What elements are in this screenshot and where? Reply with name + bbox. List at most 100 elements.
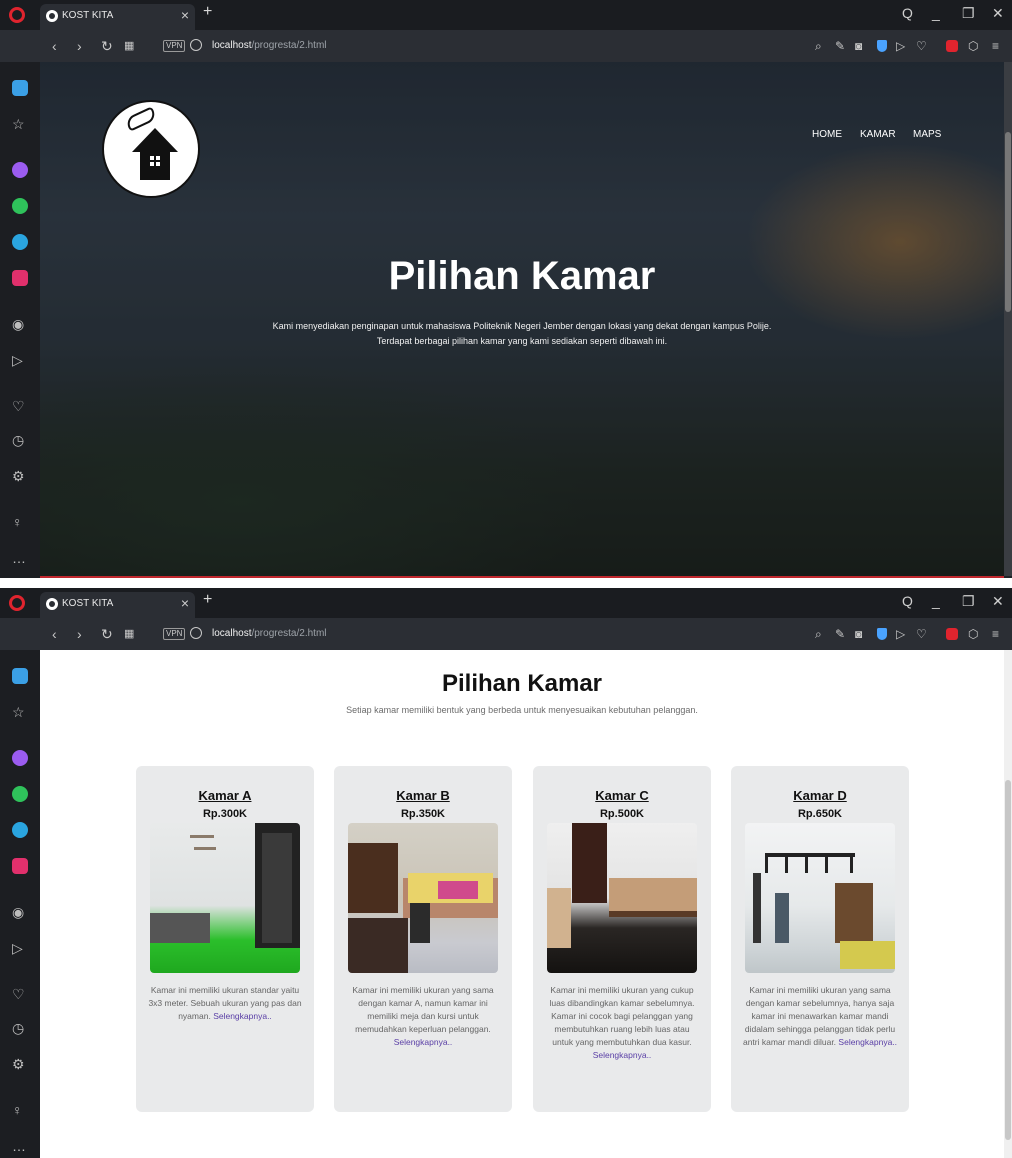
nav-kamar[interactable]: KAMAR <box>860 129 896 140</box>
ublock-icon[interactable] <box>946 628 958 640</box>
home-icon[interactable] <box>12 80 28 96</box>
history-icon[interactable]: ◷ <box>12 432 24 449</box>
forward-icon[interactable]: › <box>77 626 82 642</box>
scrollbar-thumb[interactable] <box>1005 780 1011 1140</box>
scrollbar-thumb[interactable] <box>1005 132 1011 312</box>
telegram-icon[interactable] <box>12 234 28 250</box>
instagram-icon[interactable] <box>12 858 28 874</box>
browser-window-hero: KOST KITA × + Q _ ❐ ✕ ‹ › ↻ ▦ VPN localh… <box>0 0 1012 578</box>
menu-icon[interactable]: ≡ <box>992 627 999 641</box>
read-more-link[interactable]: Selengkapnya.. <box>213 1011 272 1021</box>
home-icon[interactable] <box>12 668 28 684</box>
edit-icon[interactable]: ✎ <box>835 39 845 53</box>
more-icon[interactable]: … <box>12 1138 26 1154</box>
maximize-button[interactable]: ❐ <box>962 593 975 610</box>
telegram-icon[interactable] <box>12 822 28 838</box>
globe-icon[interactable] <box>190 627 202 639</box>
shield-icon[interactable] <box>877 40 887 52</box>
read-more-link[interactable]: Selengkapnya.. <box>838 1037 897 1047</box>
heart-icon[interactable]: ♡ <box>12 398 25 415</box>
search-tabs-icon[interactable]: Q <box>902 5 913 21</box>
extensions-icon[interactable]: ⬡ <box>968 627 978 641</box>
close-window-button[interactable]: ✕ <box>992 593 1004 610</box>
player-icon[interactable]: ◉ <box>12 316 24 333</box>
flow-icon[interactable]: ▷ <box>12 352 23 369</box>
room-name[interactable]: Kamar D <box>731 788 909 803</box>
site-logo[interactable] <box>102 100 200 198</box>
new-tab-button[interactable]: + <box>203 591 212 609</box>
heart-icon[interactable]: ♡ <box>916 39 927 53</box>
whatsapp-icon[interactable] <box>12 786 28 802</box>
room-card-d: Kamar D Rp.650K Kamar ini memiliki ukura… <box>731 766 909 1112</box>
search-icon[interactable]: ⌕ <box>815 39 822 54</box>
instagram-icon[interactable] <box>12 270 28 286</box>
back-icon[interactable]: ‹ <box>52 626 57 642</box>
search-icon[interactable]: ⌕ <box>815 627 822 642</box>
lightbulb-icon[interactable]: ♀ <box>12 1102 23 1118</box>
globe-icon[interactable] <box>190 39 202 51</box>
camera-icon[interactable]: ◙ <box>855 39 862 53</box>
forward-icon[interactable]: › <box>77 38 82 54</box>
history-icon[interactable]: ◷ <box>12 1020 24 1037</box>
whatsapp-icon[interactable] <box>12 198 28 214</box>
reload-icon[interactable]: ↻ <box>101 626 113 643</box>
opera-logo-icon[interactable] <box>9 595 25 611</box>
close-window-button[interactable]: ✕ <box>992 5 1004 22</box>
tab-close-icon[interactable]: × <box>181 595 189 611</box>
player-icon[interactable]: ◉ <box>12 904 24 921</box>
more-icon[interactable]: … <box>12 550 26 566</box>
url-field[interactable]: localhost/progresta/2.html <box>212 628 327 639</box>
star-icon[interactable]: ☆ <box>12 116 25 133</box>
extensions-icon[interactable]: ⬡ <box>968 39 978 53</box>
shield-icon[interactable] <box>877 628 887 640</box>
read-more-link[interactable]: Selengkapnya.. <box>394 1037 453 1047</box>
messenger-icon[interactable] <box>12 162 28 178</box>
settings-icon[interactable]: ⚙ <box>12 1056 25 1073</box>
send-icon[interactable]: ▷ <box>896 627 905 641</box>
minimize-button[interactable]: _ <box>932 593 940 609</box>
ublock-icon[interactable] <box>946 40 958 52</box>
url-field[interactable]: localhost/progresta/2.html <box>212 40 327 51</box>
tab-close-icon[interactable]: × <box>181 7 189 23</box>
browser-tab[interactable]: KOST KITA × <box>40 592 195 618</box>
speed-dial-icon[interactable]: ▦ <box>124 627 134 640</box>
browser-tab[interactable]: KOST KITA × <box>40 4 195 30</box>
menu-icon[interactable]: ≡ <box>992 39 999 53</box>
edit-icon[interactable]: ✎ <box>835 627 845 641</box>
room-price: Rp.650K <box>797 808 843 820</box>
camera-icon[interactable]: ◙ <box>855 627 862 641</box>
read-more-link[interactable]: Selengkapnya.. <box>593 1050 652 1060</box>
scrollbar[interactable] <box>1004 62 1012 576</box>
nav-home[interactable]: HOME <box>812 129 842 140</box>
room-name[interactable]: Kamar C <box>533 788 711 803</box>
back-icon[interactable]: ‹ <box>52 38 57 54</box>
reload-icon[interactable]: ↻ <box>101 38 113 55</box>
room-description: Kamar ini memiliki ukuran yang sama deng… <box>741 984 899 1049</box>
vpn-badge[interactable]: VPN <box>163 628 186 640</box>
url-host: localhost <box>212 628 252 639</box>
heart-icon[interactable]: ♡ <box>916 627 927 641</box>
heart-icon[interactable]: ♡ <box>12 986 25 1003</box>
new-tab-button[interactable]: + <box>203 3 212 21</box>
scrollbar[interactable] <box>1004 650 1012 1158</box>
speed-dial-icon[interactable]: ▦ <box>124 39 134 52</box>
room-price: Rp.350K <box>400 808 446 820</box>
star-icon[interactable]: ☆ <box>12 704 25 721</box>
room-card-b: Kamar B Rp.350K Kamar ini memiliki ukura… <box>334 766 512 1112</box>
section-title: Pilihan Kamar <box>441 670 603 697</box>
maximize-button[interactable]: ❐ <box>962 5 975 22</box>
lightbulb-icon[interactable]: ♀ <box>12 514 23 530</box>
rooms-section: Pilihan Kamar Setiap kamar memiliki bent… <box>40 650 1004 1158</box>
settings-icon[interactable]: ⚙ <box>12 468 25 485</box>
room-description: Kamar ini memiliki ukuran yang sama deng… <box>344 984 502 1049</box>
send-icon[interactable]: ▷ <box>896 39 905 53</box>
vpn-badge[interactable]: VPN <box>163 40 186 52</box>
flow-icon[interactable]: ▷ <box>12 940 23 957</box>
nav-maps[interactable]: MAPS <box>913 129 941 140</box>
room-name[interactable]: Kamar A <box>136 788 314 803</box>
messenger-icon[interactable] <box>12 750 28 766</box>
search-tabs-icon[interactable]: Q <box>902 593 913 609</box>
opera-logo-icon[interactable] <box>9 7 25 23</box>
room-name[interactable]: Kamar B <box>334 788 512 803</box>
minimize-button[interactable]: _ <box>932 5 940 21</box>
